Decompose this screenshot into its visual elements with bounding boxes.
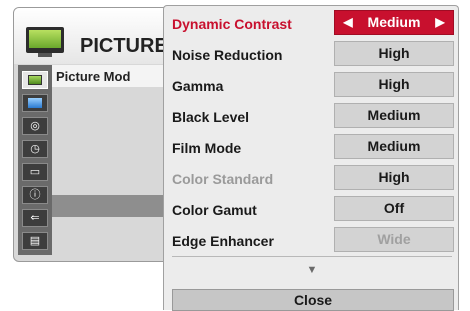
picture-icon[interactable] (22, 71, 48, 89)
info-icon[interactable]: ⓘ (22, 186, 48, 204)
option-label: Color Gamut (172, 202, 257, 218)
arrow-right-icon[interactable]: ▶ (433, 11, 447, 34)
option-label: Color Standard (172, 171, 274, 187)
option-row-color-standard: Color Standard High (169, 165, 454, 191)
tv-icon (26, 27, 64, 57)
input-icon[interactable]: ⇐ (22, 209, 48, 227)
picture-mode-label: Picture Mod (56, 69, 131, 84)
close-button[interactable]: Close (172, 289, 454, 311)
option-value: Wide (334, 227, 454, 252)
option-label: Film Mode (172, 140, 242, 156)
clock-icon[interactable]: ◷ (22, 140, 48, 158)
option-row-black-level[interactable]: Black Level Medium (169, 103, 454, 129)
option-row-edge-enhancer[interactable]: Edge Enhancer Wide (169, 227, 454, 253)
option-value[interactable]: High (334, 41, 454, 66)
option-icon[interactable]: ▭ (22, 163, 48, 181)
option-row-film-mode[interactable]: Film Mode Medium (169, 134, 454, 160)
scroll-down-icon[interactable]: ▼ (164, 264, 460, 276)
option-value: High (334, 165, 454, 190)
option-value[interactable]: Medium (334, 134, 454, 159)
divider (172, 256, 452, 257)
option-value-selector[interactable]: ◀ Medium ▶ (334, 10, 454, 35)
option-row-color-gamut[interactable]: Color Gamut Off (169, 196, 454, 222)
option-value: Medium (367, 14, 421, 30)
option-label: Gamma (172, 78, 224, 94)
option-value[interactable]: Medium (334, 103, 454, 128)
option-value[interactable]: High (334, 72, 454, 97)
picture-menu-title: PICTURE (80, 35, 168, 57)
picture-submenu-panel: Dynamic Contrast ◀ Medium ▶ Noise Reduct… (163, 5, 460, 311)
option-row-gamma[interactable]: Gamma High (169, 72, 454, 98)
screen-icon[interactable] (22, 94, 48, 112)
option-row-dynamic-contrast[interactable]: Dynamic Contrast ◀ Medium ▶ (169, 10, 454, 36)
option-value[interactable]: Off (334, 196, 454, 221)
lock-icon[interactable]: ▤ (22, 232, 48, 250)
option-row-noise-reduction[interactable]: Noise Reduction High (169, 41, 454, 67)
category-icon-column: ◎ ◷ ▭ ⓘ ⇐ ▤ (18, 65, 52, 255)
audio-icon[interactable]: ◎ (22, 117, 48, 135)
option-label: Black Level (172, 109, 250, 125)
option-label: Dynamic Contrast (172, 16, 292, 32)
option-label: Edge Enhancer (172, 233, 274, 249)
arrow-left-icon[interactable]: ◀ (341, 11, 355, 34)
option-label: Noise Reduction (172, 47, 283, 63)
